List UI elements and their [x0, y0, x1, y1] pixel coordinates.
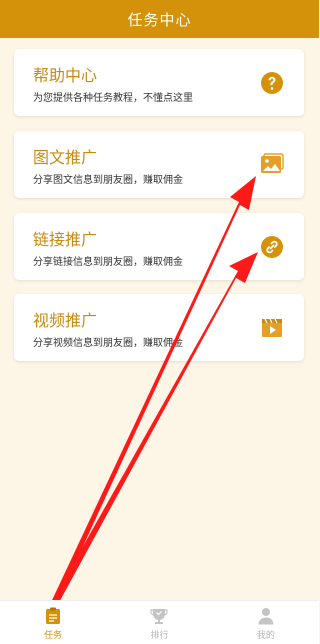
- card-title: 视频推广: [33, 311, 98, 330]
- card-title: 链接推广: [33, 230, 98, 249]
- card-description: 为您提供各种任务教程，不懂点这里: [33, 93, 193, 104]
- tab-label: 排行: [150, 631, 169, 641]
- page-title: 任务中心: [127, 10, 192, 29]
- profile-icon: [256, 607, 276, 625]
- task-icon: [43, 607, 63, 625]
- card-description: 分享链接信息到朋友圈，赚取佣金: [33, 257, 183, 268]
- question-icon: [260, 71, 284, 95]
- video-promotion-card[interactable]: 视频推广 分享视频信息到朋友圈，赚取佣金: [14, 294, 304, 361]
- link-promotion-card[interactable]: 链接推广 分享链接信息到朋友圈，赚取佣金: [14, 213, 304, 280]
- app-header: 任务中心: [0, 0, 319, 38]
- tab-profile[interactable]: 我的: [213, 601, 319, 644]
- tab-ranking[interactable]: 排行: [106, 601, 212, 644]
- card-title: 图文推广: [33, 148, 98, 167]
- card-description: 分享图文信息到朋友圈，赚取佣金: [33, 175, 183, 186]
- bottom-tab-bar: 任务 排行 我的: [0, 600, 319, 644]
- image-promotion-card[interactable]: 图文推广 分享图文信息到朋友圈，赚取佣金: [14, 131, 304, 198]
- tab-task[interactable]: 任务: [0, 601, 106, 644]
- help-center-card[interactable]: 帮助中心 为您提供各种任务教程，不懂点这里: [14, 49, 304, 116]
- tab-label: 任务: [44, 631, 63, 641]
- image-icon: [260, 153, 284, 177]
- video-icon: [260, 316, 284, 340]
- tab-label: 我的: [256, 631, 275, 641]
- link-icon: [260, 235, 284, 259]
- card-title: 帮助中心: [33, 66, 98, 85]
- card-description: 分享视频信息到朋友圈，赚取佣金: [33, 338, 183, 349]
- ranking-icon: [149, 607, 169, 625]
